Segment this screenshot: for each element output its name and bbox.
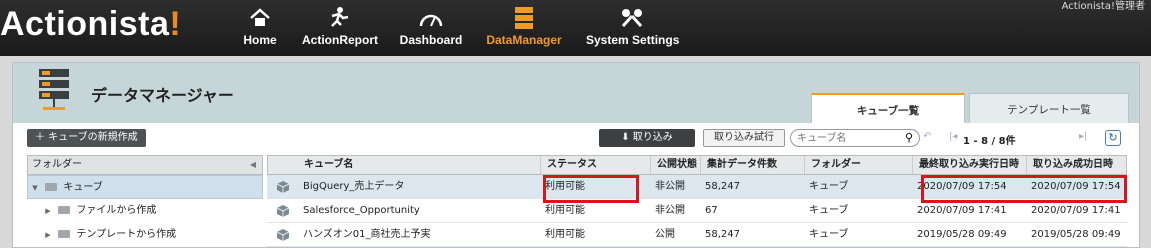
folder-tree-header: フォルダー ◀	[27, 155, 263, 175]
cube-icon	[277, 205, 289, 217]
nav-actionreport[interactable]: ActionReport	[298, 6, 382, 52]
gauge-icon	[419, 14, 443, 27]
folder-icon	[45, 183, 58, 191]
cell-record-count: 58,247	[705, 181, 740, 192]
search-icon[interactable]: ⚲	[905, 131, 917, 145]
folder-icon	[58, 230, 71, 238]
col-last-import[interactable]: 最終取り込み実行日時	[912, 156, 1026, 174]
col-status[interactable]: ステータス	[540, 156, 650, 174]
cell-cube-name: ハンズオン01_商社売上予実	[303, 229, 431, 240]
cell-import-success: 2019/05/28 09:49	[1031, 229, 1121, 240]
expand-icon[interactable]: ▼	[28, 176, 42, 200]
cell-folder: キューブ	[809, 205, 849, 216]
undo-icon[interactable]: ↶	[923, 131, 931, 142]
cube-icon	[277, 181, 289, 193]
search-input[interactable]	[790, 129, 920, 147]
tools-icon	[621, 9, 643, 28]
home-icon	[250, 8, 270, 26]
first-page-icon[interactable]: |◂	[949, 131, 957, 142]
table-row[interactable]: ハンズオン01_商社売上予実 利用可能 公開 58,247 キューブ 2019/…	[267, 223, 1127, 247]
tab-cube-list[interactable]: キューブ一覧	[811, 93, 965, 123]
tab-template-list[interactable]: テンプレート一覧	[969, 93, 1129, 123]
data-manager-icon	[39, 69, 69, 110]
top-navigation-bar: Actionista! Actionista!管理者 Home ActionRe…	[0, 0, 1151, 56]
cube-table: キューブ名 ステータス 公開状態 集計データ件数 フォルダー 最終取り込み実行日…	[267, 155, 1127, 247]
data-manager-panel: データマネージャー キューブ一覧 テンプレート一覧 ＋ キューブの新規作成 ⬇ …	[12, 62, 1140, 248]
status-highlight-box	[543, 175, 639, 203]
col-visibility[interactable]: 公開状態	[650, 156, 700, 174]
app-logo[interactable]: Actionista!	[0, 5, 181, 44]
collapse-icon[interactable]: ◀	[250, 156, 256, 174]
folder-tree: フォルダー ◀ ▼ キューブ ▶ ファイルから作成 ▶ テンプレートから作成	[27, 155, 263, 248]
cell-visibility: 非公開	[655, 181, 685, 192]
user-name[interactable]: Actionista!管理者	[1062, 0, 1145, 12]
col-folder[interactable]: フォルダー	[804, 156, 912, 174]
tree-item-from-template[interactable]: ▶ テンプレートから作成	[27, 223, 263, 247]
nav-dashboard[interactable]: Dashboard	[398, 6, 464, 52]
cell-status: 利用可能	[545, 229, 585, 240]
tree-item-cube[interactable]: ▼ キューブ	[27, 175, 263, 199]
cell-record-count: 58,247	[705, 229, 740, 240]
import-button[interactable]: ⬇ 取り込み	[599, 129, 695, 147]
expand-icon[interactable]: ▶	[41, 199, 55, 223]
download-icon: ⬇	[621, 132, 630, 143]
last-page-icon[interactable]: ▸|	[1079, 131, 1087, 142]
cell-last-import: 2019/05/28 09:49	[917, 229, 1007, 240]
expand-icon[interactable]: ▶	[41, 223, 55, 247]
refresh-icon[interactable]: ↻	[1105, 130, 1121, 146]
nav-system-settings[interactable]: System Settings	[586, 6, 679, 52]
cell-visibility: 公開	[655, 229, 675, 240]
cell-visibility: 非公開	[655, 205, 685, 216]
date-highlight-box	[921, 175, 1127, 203]
nav-datamanager[interactable]: DataManager	[484, 6, 564, 52]
runner-icon	[331, 7, 349, 27]
cell-folder: キューブ	[809, 181, 849, 192]
toolbar: ＋ キューブの新規作成 ⬇ 取り込み 取り込み試行 ⚲ ↶ |◂ 1 - 8 /…	[13, 126, 1139, 147]
cell-cube-name: BigQuery_売上データ	[303, 181, 405, 192]
tree-item-from-file[interactable]: ▶ ファイルから作成	[27, 199, 263, 223]
table-header: キューブ名 ステータス 公開状態 集計データ件数 フォルダー 最終取り込み実行日…	[267, 155, 1127, 175]
folder-icon	[58, 206, 71, 214]
cube-icon	[277, 229, 289, 241]
col-import-success[interactable]: 取り込み成功日時	[1026, 156, 1126, 174]
col-record-count[interactable]: 集計データ件数	[700, 156, 804, 174]
cell-record-count: 67	[705, 205, 718, 216]
page-title: データマネージャー	[91, 86, 234, 105]
cell-cube-name: Salesforce_Opportunity	[303, 205, 420, 216]
new-cube-button[interactable]: ＋ キューブの新規作成	[27, 129, 146, 147]
import-trial-button[interactable]: 取り込み試行	[703, 129, 785, 147]
database-icon	[515, 7, 533, 29]
panel-header: データマネージャー キューブ一覧 テンプレート一覧	[13, 63, 1139, 123]
cell-folder: キューブ	[809, 229, 849, 240]
nav-home[interactable]: Home	[240, 6, 280, 52]
pager-status: 1 - 8 / 8件	[963, 136, 1016, 147]
col-cube-name[interactable]: キューブ名	[298, 156, 540, 174]
